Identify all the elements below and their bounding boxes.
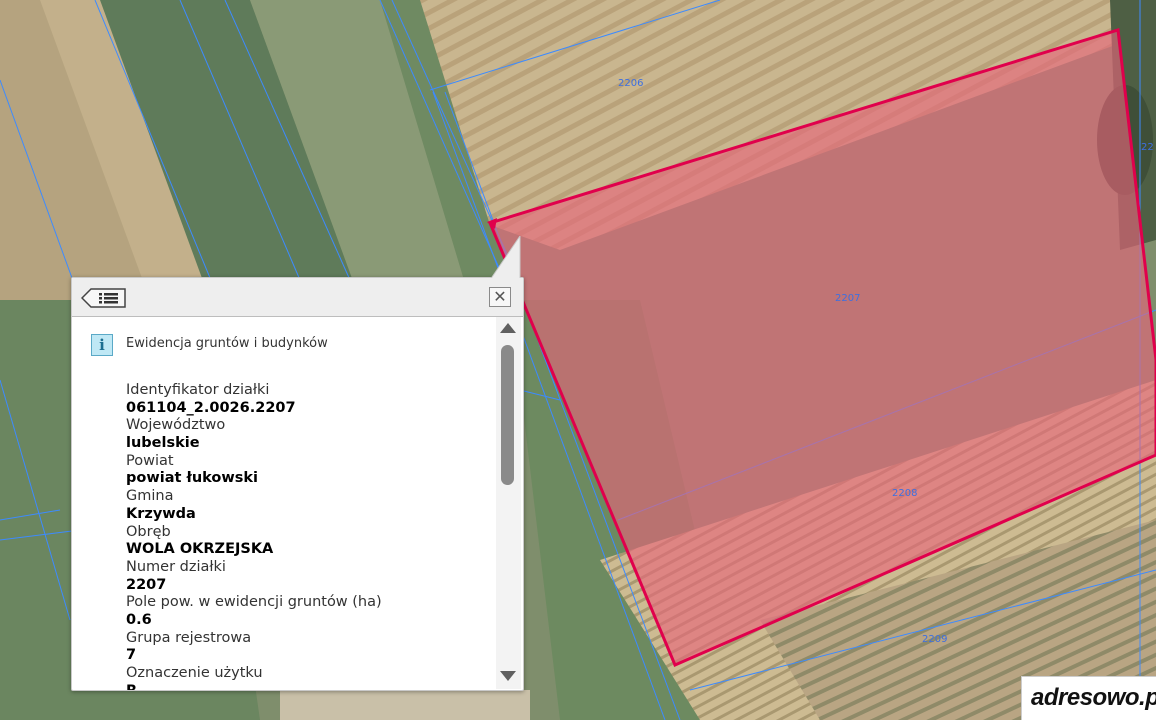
scroll-up-arrow-icon[interactable] xyxy=(500,323,516,333)
field-label-area: Pole pow. w ewidencji gruntów (ha) xyxy=(126,594,382,611)
close-button[interactable]: ✕ xyxy=(489,287,511,307)
field-value-area: 0.6 xyxy=(126,611,152,628)
popup-content[interactable]: i Ewidencja gruntów i budynków Identyfik… xyxy=(72,317,496,690)
field-edge-bottom xyxy=(280,690,530,720)
adresowo-logo[interactable]: adresowo.pl xyxy=(1021,676,1156,720)
list-back-button[interactable] xyxy=(80,288,127,308)
section-title: Ewidencja gruntów i budynków xyxy=(126,336,328,351)
field-label-commune: Gmina xyxy=(126,488,174,505)
field-value-identifier: 061104_2.0026.2207 xyxy=(126,399,296,416)
logo-text: adresowo.pl xyxy=(1031,684,1156,711)
parcel-label-2208: 2208 xyxy=(892,488,917,499)
field-label-county: Powiat xyxy=(126,452,174,469)
info-icon: i xyxy=(91,334,113,356)
scroll-thumb[interactable] xyxy=(501,345,514,485)
field-label-identifier: Identyfikator działki xyxy=(126,382,270,398)
parcel-fields: Identyfikator działki 061104_2.0026.2207… xyxy=(126,382,486,690)
field-value-parcel-number: 2207 xyxy=(126,576,167,593)
field-label-parcel-number: Numer działki xyxy=(126,558,226,575)
field-label-register-group: Grupa rejestrowa xyxy=(126,629,252,646)
field-value-voivodeship: lubelskie xyxy=(126,435,200,452)
close-icon: ✕ xyxy=(493,287,507,306)
field-value-county: powiat łukowski xyxy=(126,470,259,487)
parcel-info-popup: ✕ i Ewidencja gruntów i budynków Identyf… xyxy=(71,236,524,691)
field-value-precinct: WOLA OKRZEJSKA xyxy=(126,541,274,558)
parcel-label-2206: 2206 xyxy=(618,78,643,89)
list-back-icon xyxy=(80,288,126,308)
popup-scrollbar[interactable] xyxy=(496,317,521,689)
parcel-label-2209: 2209 xyxy=(922,634,947,645)
popup-pointer xyxy=(490,236,521,280)
parcel-label-2207: 2207 xyxy=(835,293,860,304)
field-label-land-use: Oznaczenie użytku xyxy=(126,665,263,681)
scroll-down-arrow-icon[interactable] xyxy=(500,671,516,681)
field-label-voivodeship: Województwo xyxy=(126,417,226,434)
field-value-land-use: R xyxy=(126,683,486,690)
field-value-commune: Krzywda xyxy=(126,505,196,522)
parcel-label-edge: 22 xyxy=(1141,142,1154,153)
popup-header: ✕ xyxy=(72,278,523,317)
field-label-precinct: Obręb xyxy=(126,523,171,540)
field-value-register-group: 7 xyxy=(126,647,137,664)
